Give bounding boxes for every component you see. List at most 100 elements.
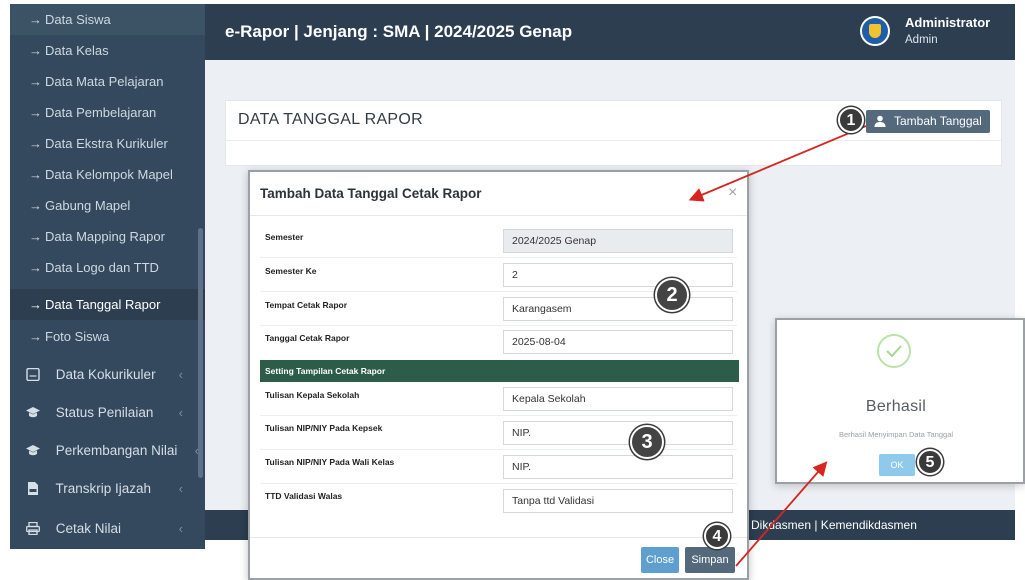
printer-icon <box>26 522 40 535</box>
app-title: e-Rapor | Jenjang : SMA | 2024/2025 Gena… <box>225 22 573 41</box>
sidebar-item-data-kelompok-mapel[interactable]: → Data Kelompok Mapel <box>10 159 205 190</box>
arrow-right-icon: → <box>29 167 42 182</box>
step-badge-1: 1 <box>838 107 864 133</box>
ok-button[interactable]: OK <box>879 454 915 476</box>
ttd-validasi-label: TTD Validasi Walas <box>265 491 343 501</box>
semester-ke-label: Semester Ke <box>265 266 317 276</box>
user-name[interactable]: Administrator <box>905 15 990 30</box>
modal-footer-divider <box>250 537 747 538</box>
tanggal-cetak-label: Tanggal Cetak Rapor <box>265 333 350 343</box>
sidebar-group-status-penilaian[interactable]: Status Penilaian ‹ <box>10 394 205 432</box>
nip-wali-kelas-label: Tulisan NIP/NIY Pada Wali Kelas <box>265 457 395 467</box>
tambah-tanggal-button[interactable]: Tambah Tanggal <box>866 110 990 133</box>
sidebar-item-label: Data Ekstra Kurikuler <box>45 136 168 151</box>
arrow-right-icon: → <box>29 12 42 27</box>
semester-label: Semester <box>265 232 304 242</box>
sidebar-item-data-mata-pelajaran[interactable]: → Data Mata Pelajaran <box>10 66 205 97</box>
sidebar-group-cetak-nilai[interactable]: Cetak Nilai ‹ <box>10 510 205 548</box>
sidebar-group-label: Status Penilaian <box>55 405 154 420</box>
sidebar-item-data-logo-ttd[interactable]: → Data Logo dan TTD <box>10 252 205 283</box>
modal-title: Tambah Data Tanggal Cetak Rapor <box>260 186 482 201</box>
tulisan-kepala-sekolah-field[interactable]: Kepala Sekolah <box>503 387 733 411</box>
nip-kepsek-field[interactable]: NIP. <box>503 421 733 445</box>
user-add-icon <box>874 115 886 127</box>
sidebar: → Data Siswa → Data Kelas → Data Mata Pelaj… <box>10 4 205 549</box>
tambah-tanggal-label: Tambah Tanggal <box>894 114 982 128</box>
app-frame: → Data Siswa → Data Kelas → Data Mata Pelaj… <box>0 0 1025 580</box>
modal-header-divider <box>250 215 747 216</box>
arrow-right-icon: → <box>29 43 42 58</box>
tanggal-cetak-field[interactable]: 2025-08-04 <box>503 330 733 354</box>
sidebar-group-label: Perkembangan Nilai <box>55 443 178 458</box>
sidebar-item-label: Gabung Mapel <box>45 198 131 213</box>
page-title: DATA TANGGAL RAPOR <box>238 111 423 128</box>
arrow-right-icon: → <box>29 74 42 89</box>
sidebar-group-label: Data Kokurikuler <box>55 367 156 382</box>
chevron-left-icon: ‹ <box>178 405 183 420</box>
sidebar-item-gabung-mapel[interactable]: → Gabung Mapel <box>10 190 205 221</box>
tulisan-kepala-sekolah-label: Tulisan Kepala Sekolah <box>265 390 360 400</box>
success-title: Berhasil <box>865 398 927 415</box>
semester-ke-field[interactable]: 2 <box>503 263 733 287</box>
document-icon <box>26 368 40 381</box>
user-role: Admin <box>905 34 938 46</box>
setting-tampilan-header: Setting Tampilan Cetak Rapor <box>260 360 739 382</box>
semester-field: 2024/2025 Genap <box>503 229 733 253</box>
sidebar-item-data-kelas[interactable]: → Data Kelas <box>10 35 205 66</box>
tempat-cetak-field[interactable]: Karangasem <box>503 297 733 321</box>
sidebar-item-data-mapping-rapor[interactable]: → Data Mapping Rapor <box>10 221 205 252</box>
chevron-left-icon: ‹ <box>178 367 183 382</box>
row-divider <box>260 449 737 450</box>
row-divider <box>260 483 737 484</box>
sidebar-item-data-siswa[interactable]: → Data Siswa <box>10 4 205 35</box>
kemendikdasmen-logo <box>860 16 890 46</box>
arrow-right-icon: → <box>29 297 42 312</box>
success-check-icon <box>877 334 911 368</box>
step-badge-2: 2 <box>655 278 689 312</box>
sidebar-item-label: Data Siswa <box>45 12 111 27</box>
step-badge-3: 3 <box>630 425 664 459</box>
tambah-tanggal-modal: Tambah Data Tanggal Cetak Rapor × Semest… <box>248 170 749 580</box>
sidebar-item-data-pembelajaran[interactable]: → Data Pembelajaran <box>10 97 205 128</box>
top-header: e-Rapor | Jenjang : SMA | 2024/2025 Gena… <box>205 4 1015 60</box>
close-icon[interactable]: × <box>728 184 737 202</box>
sidebar-item-label: Data Tanggal Rapor <box>45 297 161 312</box>
simpan-button[interactable]: Simpan <box>685 547 735 573</box>
arrow-right-icon: → <box>29 329 42 344</box>
pdf-file-icon <box>28 482 38 495</box>
checkmark-icon <box>886 345 902 358</box>
logo-emblem <box>869 24 881 38</box>
success-message: Berhasil Menyimpan Data Tanggal <box>838 430 954 439</box>
sidebar-item-label: Data Kelas <box>45 43 109 58</box>
arrow-right-icon: → <box>29 136 42 151</box>
arrow-right-icon: → <box>29 229 42 244</box>
sidebar-item-label: Data Kelompok Mapel <box>45 167 173 182</box>
nip-wali-kelas-field[interactable]: NIP. <box>503 455 733 479</box>
sidebar-item-data-tanggal-rapor[interactable]: → Data Tanggal Rapor <box>10 289 205 320</box>
ttd-validasi-select[interactable]: Tanpa ttd Validasi <box>503 489 733 513</box>
close-button[interactable]: Close <box>641 547 679 573</box>
sidebar-item-label: Data Logo dan TTD <box>45 260 159 275</box>
success-dialog: Berhasil Berhasil Menyimpan Data Tanggal… <box>775 318 1025 484</box>
nip-kepsek-label: Tulisan NIP/NIY Pada Kepsek <box>265 423 383 433</box>
step-badge-5: 5 <box>917 449 943 475</box>
sidebar-scrollbar[interactable] <box>198 228 203 478</box>
row-divider <box>260 415 737 416</box>
graduation-cap-icon <box>26 407 40 418</box>
sidebar-item-label: Data Pembelajaran <box>45 105 157 120</box>
card-divider <box>226 140 1001 141</box>
arrow-right-icon: → <box>29 260 42 275</box>
sidebar-item-data-ekstra-kurikuler[interactable]: → Data Ekstra Kurikuler <box>10 128 205 159</box>
row-divider <box>260 257 737 258</box>
chevron-left-icon: ‹ <box>178 521 183 536</box>
sidebar-item-foto-siswa[interactable]: → Foto Siswa <box>10 321 205 352</box>
sidebar-group-transkrip-ijazah[interactable]: Transkrip Ijazah ‹ <box>10 470 205 508</box>
sidebar-group-label: Cetak Nilai <box>55 521 122 536</box>
chevron-left-icon: ‹ <box>178 481 183 496</box>
sidebar-item-label: Data Mata Pelajaran <box>45 74 164 89</box>
sidebar-group-perkembangan-nilai[interactable]: Perkembangan Nilai ‹ <box>10 432 205 470</box>
sidebar-group-data-kokurikuler[interactable]: Data Kokurikuler ‹ <box>10 356 205 394</box>
tempat-cetak-label: Tempat Cetak Rapor <box>265 300 348 310</box>
arrow-right-icon: → <box>29 198 42 213</box>
sidebar-item-label: Data Mapping Rapor <box>45 229 165 244</box>
